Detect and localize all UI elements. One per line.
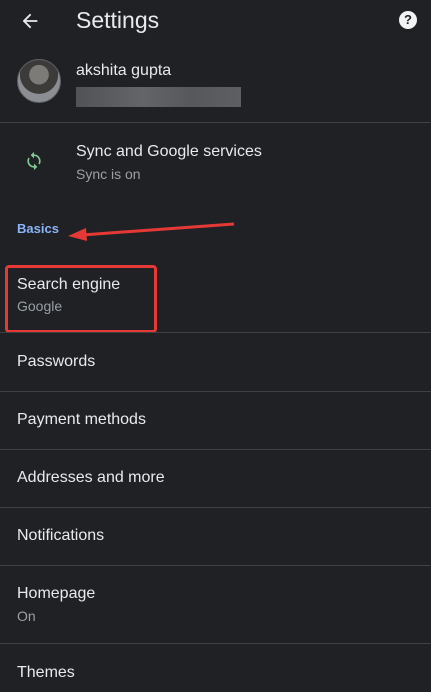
section-header-basics: Basics <box>17 221 59 236</box>
item-subtitle: On <box>17 608 36 624</box>
settings-item-payment-methods[interactable]: Payment methods <box>0 392 431 449</box>
sync-title: Sync and Google services <box>76 143 262 160</box>
item-title: Addresses and more <box>17 469 165 486</box>
item-title: Payment methods <box>17 411 146 428</box>
settings-item-homepage[interactable]: Homepage On <box>0 566 431 643</box>
settings-item-addresses[interactable]: Addresses and more <box>0 450 431 507</box>
account-row[interactable]: akshita gupta <box>0 44 431 122</box>
sync-icon <box>27 151 41 171</box>
item-title: Notifications <box>17 527 105 544</box>
app-bar: Settings ? <box>0 0 431 44</box>
red-arrow-annotation <box>68 222 235 241</box>
highlight-box <box>5 265 157 333</box>
page-title: Settings <box>76 7 160 33</box>
settings-item-passwords[interactable]: Passwords <box>0 333 431 391</box>
sync-row[interactable]: Sync and Google services Sync is on <box>0 123 431 199</box>
item-title: Passwords <box>17 353 96 370</box>
item-title: Themes <box>17 664 75 681</box>
account-name: akshita gupta <box>76 62 172 79</box>
redacted-email <box>76 87 241 107</box>
settings-item-notifications[interactable]: Notifications <box>0 508 431 565</box>
item-title: Homepage <box>17 585 96 602</box>
sync-status: Sync is on <box>76 166 141 182</box>
arrow-back-icon[interactable] <box>19 10 41 32</box>
avatar <box>17 59 61 103</box>
settings-item-themes[interactable]: Themes <box>0 644 431 692</box>
help-icon[interactable]: ? <box>399 11 417 29</box>
